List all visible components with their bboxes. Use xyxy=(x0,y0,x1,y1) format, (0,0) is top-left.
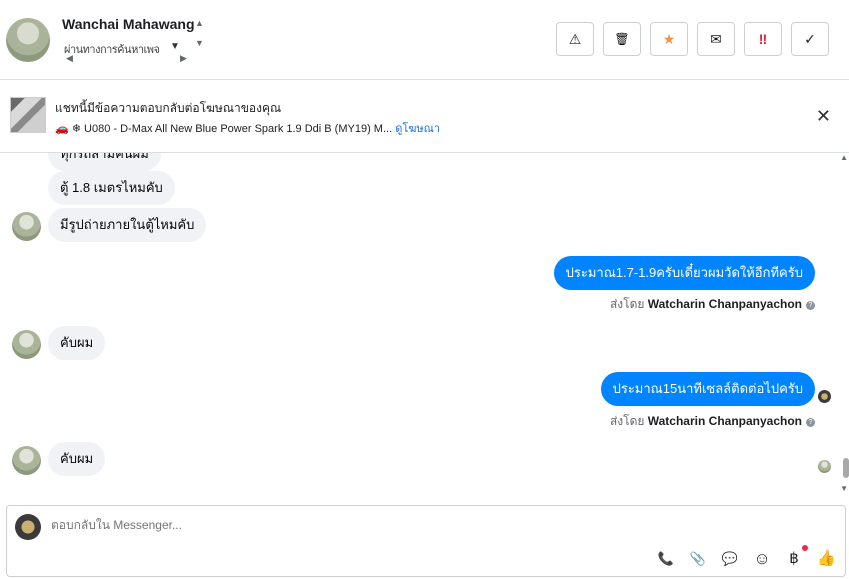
envelope-icon: ✉ xyxy=(710,30,722,47)
scroll-up-icon[interactable]: ▲ xyxy=(840,153,848,162)
read-receipt-avatar xyxy=(818,390,831,403)
payment-icon[interactable]: ฿ xyxy=(785,545,808,568)
sender-name: Watcharin Chanpanyachon xyxy=(647,297,802,311)
chevron-down-icon[interactable]: ▼ xyxy=(170,41,180,52)
page-avatar xyxy=(15,514,41,540)
sender-avatar xyxy=(12,212,41,241)
star-icon: ★ xyxy=(662,30,676,47)
sent-by-label: ส่งโดย Watcharin Chanpanyachon? xyxy=(610,412,815,431)
contact-avatar[interactable] xyxy=(6,18,50,62)
vertical-scrollbar[interactable]: ▲ ▼ xyxy=(840,153,849,505)
mark-done-button[interactable]: ✓ xyxy=(791,22,829,56)
sender-name: Watcharin Chanpanyachon xyxy=(647,414,802,428)
call-icon[interactable]: 📞 xyxy=(657,550,675,568)
contact-name[interactable]: Wanchai Mahawang xyxy=(62,16,195,32)
incoming-message[interactable]: ตู้ 1.8 เมตรไหมคับ xyxy=(48,171,175,205)
check-icon: ✓ xyxy=(804,30,816,47)
scroll-down-icon[interactable]: ▼ xyxy=(840,484,848,493)
incoming-message[interactable]: คับผม xyxy=(48,326,106,360)
attachment-icon[interactable]: 📎 xyxy=(689,550,707,568)
sender-avatar xyxy=(12,330,41,359)
sender-avatar xyxy=(12,446,41,475)
scrollbar-thumb[interactable] xyxy=(843,458,849,478)
help-icon[interactable]: ? xyxy=(806,301,815,310)
mark-important-button[interactable]: ‼ xyxy=(744,22,782,56)
trash-icon: 🗑 xyxy=(614,32,630,46)
composer-toolbar: 📞 📎 💬 ☺ ฿ 👍 xyxy=(657,545,836,568)
star-button[interactable]: ★ xyxy=(650,22,688,56)
scroll-up-icon[interactable]: ▲ xyxy=(195,18,204,28)
saved-reply-icon[interactable]: 💬 xyxy=(721,550,739,568)
ad-banner-title: แชทนี้มีข้อความตอบกลับต่อโฆษณาของคุณ xyxy=(55,101,282,115)
sent-by-prefix: ส่งโดย xyxy=(609,414,645,428)
mark-spam-button[interactable]: ⚠ xyxy=(556,22,594,56)
incoming-message[interactable]: คับผม xyxy=(48,442,106,476)
sent-by-prefix: ส่งโดย xyxy=(609,297,645,311)
delete-button[interactable]: 🗑 xyxy=(603,22,641,56)
mark-unread-button[interactable]: ✉ xyxy=(697,22,735,56)
message-composer: 📞 📎 💬 ☺ ฿ 👍 xyxy=(6,505,846,577)
conversation-actions: ⚠ 🗑 ★ ✉ ‼ ✓ xyxy=(556,22,829,56)
baht-icon: ฿ xyxy=(789,550,799,567)
ad-reply-banner: แชทนี้มีข้อความตอบกลับต่อโฆษณาของคุณ 🚗 ❄… xyxy=(0,80,849,153)
reply-input[interactable] xyxy=(51,518,651,532)
scroll-left-icon[interactable]: ◀ xyxy=(66,53,73,64)
message-thread[interactable]: ทุกรถสามคันผม ตู้ 1.8 เมตรไหมคับ มีรูปถ่… xyxy=(0,153,849,505)
outgoing-message[interactable]: ประมาณ15นาทีเซลล์ติดต่อไปครับ xyxy=(600,372,815,406)
conversation-header: Wanchai Mahawang ▲ ▼ ผ่านทางการค้นหาเพจ … xyxy=(0,0,849,80)
seen-receipt-avatar xyxy=(818,460,831,473)
help-icon[interactable]: ? xyxy=(806,418,815,427)
horizontal-scrollbar[interactable]: ◀ ▶ xyxy=(62,53,207,64)
exclamation-icon: ‼ xyxy=(758,31,768,47)
outgoing-message[interactable]: ประมาณ1.7-1.9ครับเดี๋ยวผมวัดให้อีกทีครับ xyxy=(553,256,815,290)
notification-dot xyxy=(802,545,808,551)
sent-by-label: ส่งโดย Watcharin Chanpanyachon? xyxy=(610,295,815,314)
close-icon[interactable]: ✕ xyxy=(816,106,831,127)
scroll-right-icon[interactable]: ▶ xyxy=(180,53,187,64)
view-ad-link[interactable]: ดูโฆษณา xyxy=(395,123,440,135)
ad-thumbnail[interactable] xyxy=(10,97,46,133)
ad-details-text: 🚗 ❄ U080 - D-Max All New Blue Power Spar… xyxy=(55,123,393,135)
ad-details: 🚗 ❄ U080 - D-Max All New Blue Power Spar… xyxy=(55,119,440,137)
like-icon[interactable]: 👍 xyxy=(817,550,836,568)
incoming-message[interactable]: ทุกรถสามคันผม xyxy=(48,153,161,171)
warning-icon: ⚠ xyxy=(568,30,582,47)
incoming-message[interactable]: มีรูปถ่ายภายในตู้ไหมคับ xyxy=(48,208,207,242)
emoji-icon[interactable]: ☺ xyxy=(753,550,771,568)
contact-subtitle-box: ผ่านทางการค้นหาเพจ ▼ ◀ ▶ xyxy=(62,40,207,64)
